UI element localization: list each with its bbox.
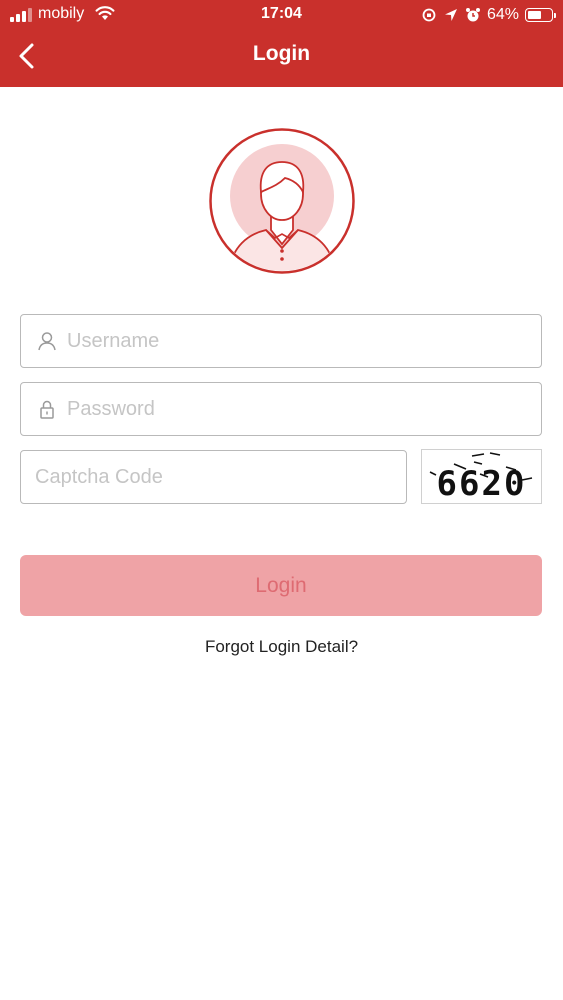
- captcha-image[interactable]: 6620: [421, 449, 542, 504]
- app-header: mobily 17:04 64% Login: [0, 0, 563, 87]
- username-input[interactable]: [67, 315, 527, 367]
- page-title: Login: [252, 42, 311, 65]
- location-arrow-icon: [444, 9, 457, 21]
- orientation-lock-icon: [422, 8, 436, 22]
- forgot-login-link[interactable]: Forgot Login Detail?: [0, 637, 563, 657]
- user-icon: [38, 332, 56, 351]
- alarm-icon: [465, 8, 480, 22]
- status-icons: 64%: [421, 4, 556, 26]
- status-bar: mobily 17:04 64%: [0, 0, 563, 30]
- user-avatar-icon: [209, 128, 355, 274]
- captcha-input[interactable]: [35, 451, 395, 503]
- captcha-code-text: 6620: [436, 464, 527, 504]
- battery-icon: [525, 8, 556, 22]
- battery-percent: 64%: [486, 6, 519, 23]
- battery-fill: [528, 11, 541, 19]
- password-field[interactable]: [20, 382, 542, 436]
- username-field[interactable]: [20, 314, 542, 368]
- login-button[interactable]: Login: [20, 555, 542, 616]
- captcha-field[interactable]: [20, 450, 407, 504]
- password-input[interactable]: [67, 383, 527, 435]
- lock-icon: [40, 400, 54, 419]
